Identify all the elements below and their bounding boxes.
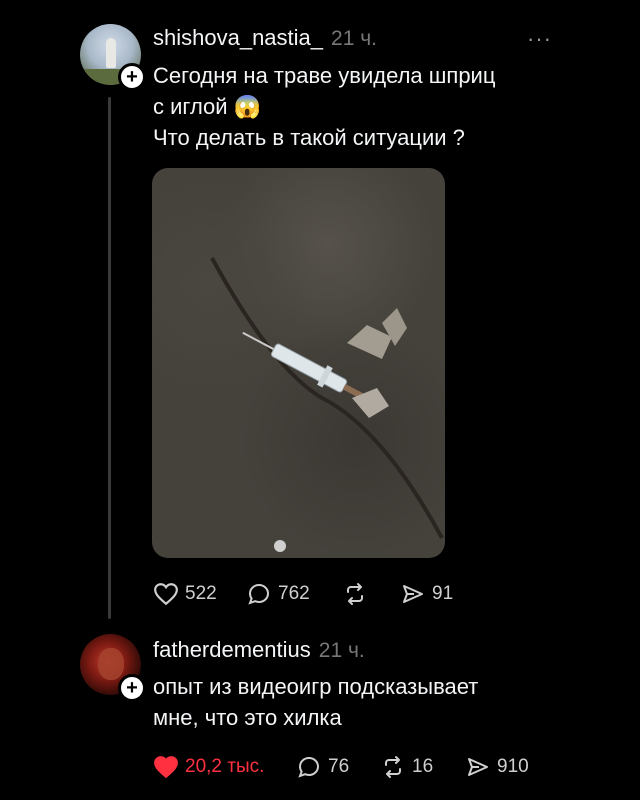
share-count: 91 [432, 583, 454, 604]
reply-text-line: опыт из видеоигр подсказывает [153, 674, 479, 699]
reply-text-line: мне, что это хилка [153, 705, 342, 730]
share-icon [403, 585, 423, 603]
share-stat[interactable]: 91 [400, 582, 453, 606]
scream-emoji: 😱 [233, 94, 262, 119]
share-count: 910 [497, 756, 529, 777]
heart-filled-icon [154, 756, 178, 779]
comment-icon [298, 756, 320, 778]
comment-stat[interactable]: 762 [246, 582, 310, 606]
avatar-face [98, 648, 124, 680]
repost-icon [385, 756, 401, 778]
like-count: 522 [185, 583, 217, 604]
comment-icon [248, 583, 270, 605]
post-text: Сегодня на траве увидела шприц с иглой 😱… [153, 60, 573, 153]
post-header: shishova_nastia_ 21 ч. [153, 25, 377, 51]
reply-header: fatherdementius 21 ч. [153, 637, 365, 663]
reply-time: 21 ч. [318, 639, 365, 662]
more-icon[interactable]: ··· [527, 26, 552, 52]
post-time: 21 ч. [331, 27, 377, 50]
post-text-line: Сегодня на траве увидела шприц [153, 63, 496, 88]
comment-count: 762 [278, 583, 310, 604]
reply-username[interactable]: fatherdementius [153, 637, 311, 662]
like-stat[interactable]: 522 [153, 582, 217, 606]
share-icon [468, 758, 488, 776]
post-photo[interactable] [152, 168, 445, 558]
photo-content [210, 257, 444, 552]
reply-text: опыт из видеоигр подсказывает мне, что э… [153, 671, 573, 733]
follow-plus-icon[interactable]: + [118, 63, 146, 91]
post-text-line: с иглой 😱 [153, 94, 262, 119]
heart-icon [154, 583, 178, 606]
share-stat[interactable]: 910 [465, 755, 529, 779]
repost-icon [347, 583, 363, 605]
repost-stat[interactable]: 16 [380, 755, 433, 779]
post-text-line: Что делать в такой ситуации ? [153, 125, 465, 150]
repost-stat[interactable] [342, 582, 374, 606]
avatar-figure [106, 38, 116, 68]
post-username[interactable]: shishova_nastia_ [153, 25, 323, 50]
comment-count: 76 [328, 756, 350, 777]
thread-line [108, 97, 111, 619]
like-stat-liked[interactable]: 20,2 тыс. [153, 755, 264, 779]
repost-count: 16 [412, 756, 434, 777]
like-count: 20,2 тыс. [185, 756, 265, 777]
comment-stat[interactable]: 76 [296, 755, 349, 779]
follow-plus-icon[interactable]: + [118, 674, 146, 702]
